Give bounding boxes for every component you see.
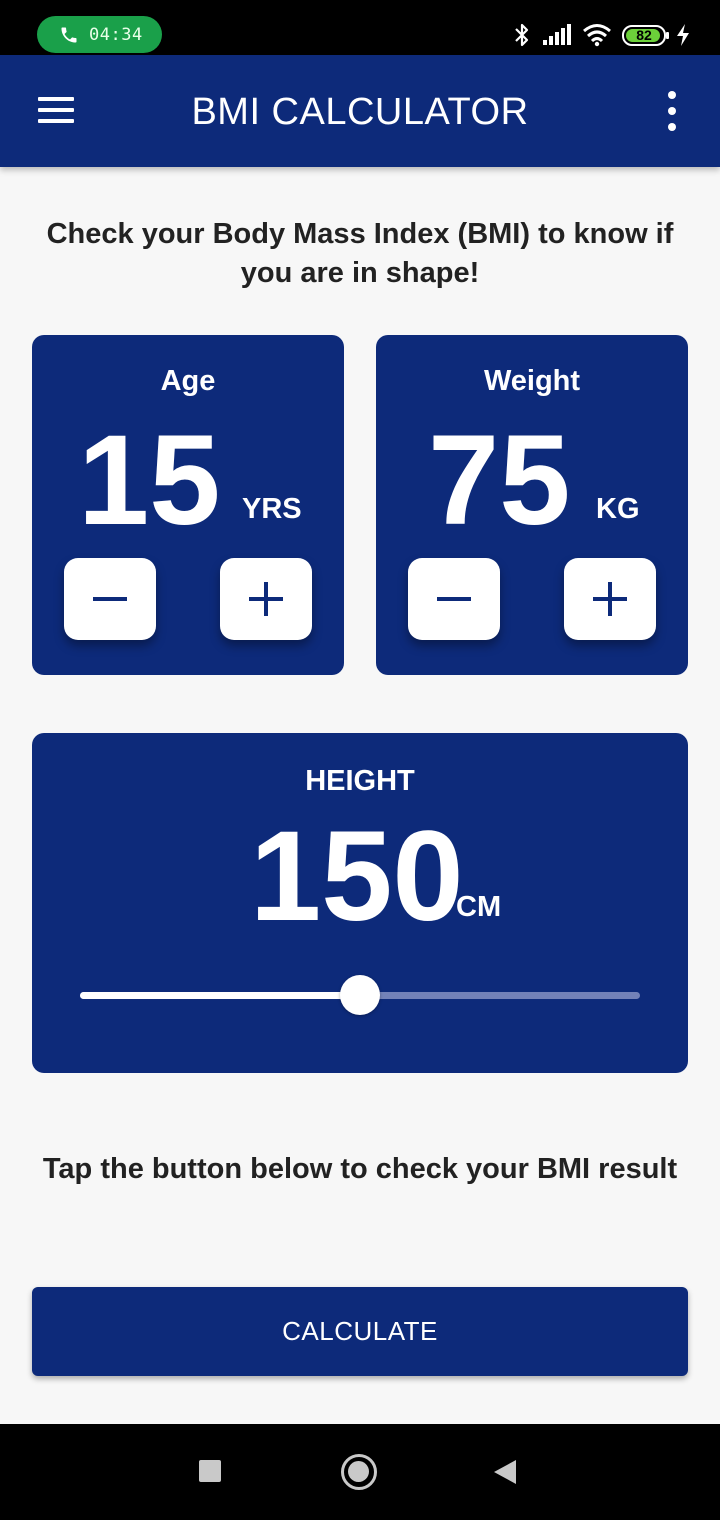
weight-label: Weight [483, 365, 581, 397]
battery-level: 82 [636, 27, 652, 43]
more-vertical-icon[interactable] [660, 91, 684, 131]
height-unit: CM [456, 891, 502, 923]
home-icon[interactable] [341, 1454, 377, 1490]
phone-icon [61, 27, 77, 42]
app-title: BMI CALCULATOR [191, 91, 529, 133]
slider-thumb[interactable] [340, 975, 380, 1015]
slider-active-track [80, 992, 360, 999]
signal-icon [543, 24, 571, 45]
height-label: HEIGHT [305, 765, 415, 797]
status-icons: 82 [512, 22, 690, 48]
weight-decrement-button[interactable] [408, 558, 500, 640]
age-value: 15 [78, 409, 221, 552]
weight-unit: KG [596, 493, 640, 525]
minus-icon [437, 597, 471, 601]
status-time: 04:34 [89, 24, 143, 45]
weight-card: Weight 75 KG [376, 335, 688, 675]
age-increment-button[interactable] [220, 558, 312, 640]
age-label: Age [160, 365, 216, 397]
wifi-icon [583, 24, 611, 47]
battery-icon: 82 [622, 24, 669, 46]
weight-value: 75 [428, 409, 571, 552]
intro-text: Check your Body Mass Index (BMI) to know… [46, 218, 674, 289]
charging-icon [677, 24, 689, 46]
minus-icon [93, 597, 127, 601]
status-bar: 04:34 82 [0, 0, 720, 55]
ongoing-call-pill[interactable]: 04:34 [37, 16, 162, 53]
back-icon[interactable] [494, 1460, 516, 1484]
height-value: 150 [250, 805, 464, 948]
age-unit: YRS [242, 493, 302, 525]
height-card: HEIGHT 150 CM [32, 733, 688, 1073]
weight-increment-button[interactable] [564, 558, 656, 640]
bluetooth-icon [515, 23, 529, 47]
age-decrement-button[interactable] [64, 558, 156, 640]
calculate-button[interactable]: CALCULATE [32, 1287, 688, 1376]
hint-text: Tap the button below to check your BMI r… [42, 1153, 678, 1185]
navigation-bar [0, 1424, 720, 1520]
age-card: Age 15 YRS [32, 335, 344, 675]
app-bar: BMI CALCULATOR [0, 55, 720, 167]
recent-apps-icon[interactable] [199, 1460, 221, 1482]
height-slider[interactable] [80, 973, 640, 1017]
